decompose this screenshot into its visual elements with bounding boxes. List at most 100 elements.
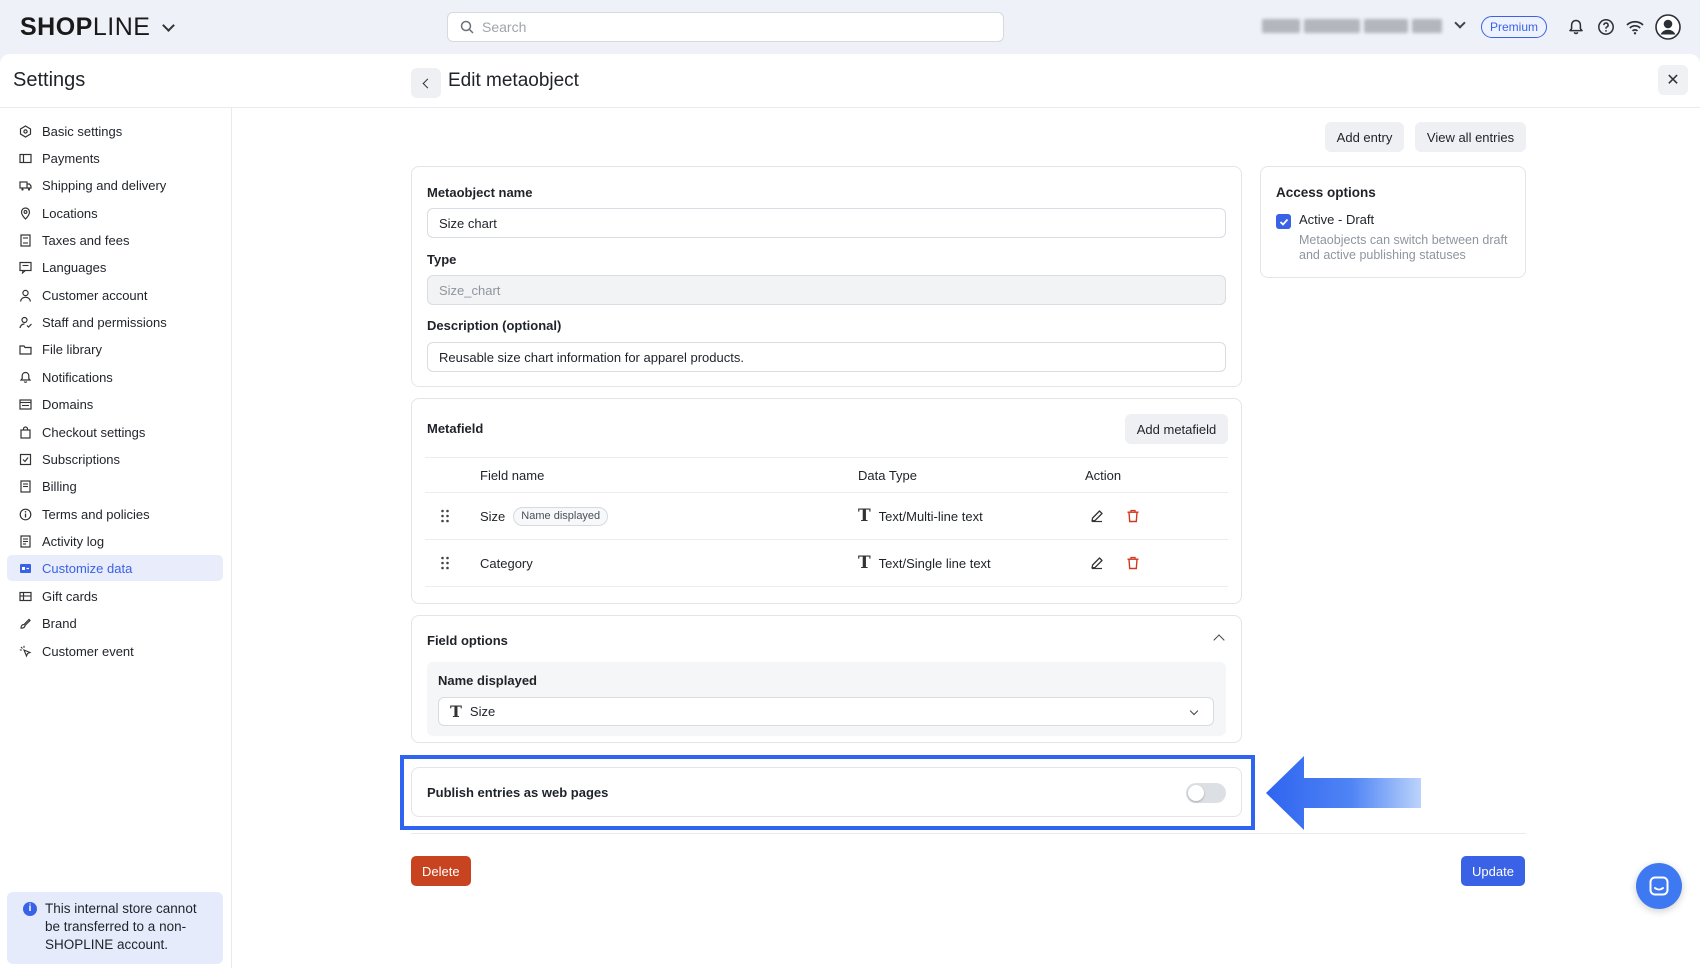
sidebar-item-label: Basic settings [42, 123, 123, 139]
chevron-down-icon [1189, 706, 1199, 716]
access-options-card: Access options Active - Draft Metaobject… [1260, 166, 1526, 278]
add-entry-button[interactable]: Add entry [1325, 122, 1404, 152]
logo-bold-text: SHOP [20, 13, 93, 41]
back-button[interactable] [411, 68, 441, 98]
delete-button[interactable]: Delete [411, 856, 471, 886]
billing-icon [19, 479, 32, 493]
log-icon [19, 534, 32, 548]
view-all-entries-button[interactable]: View all entries [1415, 122, 1526, 152]
domain-icon [19, 398, 32, 411]
metaobject-name-input[interactable]: Size chart [427, 208, 1226, 238]
bell-icon[interactable] [1564, 15, 1588, 39]
sidebar-item-basic-settings[interactable]: Basic settings [7, 118, 223, 144]
column-header-action: Action [1085, 467, 1122, 483]
sidebar-item-locations[interactable]: Locations [7, 200, 223, 226]
sidebar-item-label: Activity log [42, 533, 105, 549]
field-data-type: Text/Single line text [878, 555, 991, 571]
update-button[interactable]: Update [1461, 856, 1525, 886]
name-displayed-value: Size [469, 704, 496, 719]
sidebar-item-label: Shipping and delivery [42, 177, 167, 193]
access-help-text: Metaobjects can switch between draft and… [1299, 233, 1508, 262]
sidebar-item-label: Gift cards [42, 588, 98, 604]
sidebar-item-label: Domains [42, 396, 94, 412]
metaobject-name-label: Metaobject name [427, 185, 533, 200]
trash-icon[interactable] [1126, 493, 1140, 539]
store-name-redacted[interactable] [1262, 16, 1444, 36]
chat-icon [1649, 876, 1669, 896]
info-icon [19, 508, 32, 521]
sidebar-item-label: Languages [42, 259, 107, 275]
sidebar-item-label: Subscriptions [42, 451, 121, 467]
sidebar-item-customer-event[interactable]: Customer event [7, 638, 223, 664]
search-input[interactable] [482, 19, 982, 35]
payment-icon [19, 152, 32, 165]
drag-handle-icon[interactable] [440, 540, 450, 586]
sidebar-item-label: File library [42, 341, 102, 357]
sidebar-item-label: Customer event [42, 643, 134, 659]
drag-handle-icon[interactable] [440, 493, 450, 539]
avatar-icon[interactable] [1654, 13, 1682, 41]
sidebar-item-domains[interactable]: Domains [7, 391, 223, 417]
annotation-highlight-box [400, 755, 1255, 830]
sidebar-item-brand[interactable]: Brand [7, 610, 223, 636]
field-name: Category [480, 555, 533, 571]
name-displayed-select[interactable]: T Size [438, 697, 1214, 726]
brand-icon [19, 617, 32, 630]
edit-icon[interactable] [1090, 493, 1104, 539]
sidebar-item-checkout[interactable]: Checkout settings [7, 419, 223, 445]
chevron-up-icon[interactable] [1213, 634, 1225, 646]
search-box[interactable] [447, 12, 1004, 42]
sidebar-item-label: Payments [42, 150, 100, 166]
field-data-type: Text/Multi-line text [878, 508, 983, 524]
help-icon[interactable] [1594, 15, 1618, 39]
close-button[interactable]: ✕ [1658, 65, 1688, 95]
sidebar-item-subscriptions[interactable]: Subscriptions [7, 446, 223, 472]
sidebar-item-customize-data[interactable]: Customize data [7, 555, 223, 581]
sidebar-item-taxes[interactable]: Taxes and fees [7, 227, 223, 253]
metaobject-details-card: Metaobject name Size chart Type Size_cha… [411, 166, 1242, 387]
page-title: Edit metaobject [448, 70, 579, 91]
sidebar-item-languages[interactable]: Languages [7, 254, 223, 280]
sidebar-item-staff[interactable]: Staff and permissions [7, 309, 223, 335]
divider [411, 833, 1526, 834]
chevron-down-icon[interactable] [1454, 17, 1466, 29]
sidebar-item-shipping[interactable]: Shipping and delivery [7, 172, 223, 198]
staff-icon [19, 316, 32, 329]
text-type-icon: T [858, 553, 871, 573]
column-header-field-name: Field name [480, 467, 545, 483]
sidebar-item-billing[interactable]: Billing [7, 473, 223, 499]
notice-text: This internal store cannot be transferre… [45, 901, 197, 952]
type-input: Size_chart [427, 275, 1226, 305]
close-icon: ✕ [1666, 72, 1680, 89]
table-row: Category T Text/Single line text [425, 540, 1228, 587]
sidebar-item-terms[interactable]: Terms and policies [7, 501, 223, 527]
sidebar-item-customer-account[interactable]: Customer account [7, 282, 223, 308]
annotation-arrow-icon [1266, 756, 1421, 830]
bell-icon [19, 371, 32, 384]
tax-icon [19, 233, 32, 247]
wifi-icon[interactable] [1623, 15, 1647, 39]
user-icon [19, 289, 32, 302]
language-icon [19, 261, 32, 274]
sidebar-item-gift-cards[interactable]: Gift cards [7, 583, 223, 609]
name-displayed-badge: Name displayed [513, 506, 609, 526]
chat-support-button[interactable] [1636, 863, 1682, 909]
metafield-title: Metafield [427, 421, 484, 436]
name-displayed-section: Name displayed T Size [427, 662, 1226, 736]
description-input[interactable]: Reusable size chart information for appa… [427, 342, 1226, 372]
text-type-icon: T [858, 506, 871, 526]
chevron-down-icon[interactable] [162, 18, 176, 32]
sidebar-item-notifications[interactable]: Notifications [7, 364, 223, 390]
shopline-logo[interactable]: SHOPLINE [20, 13, 176, 42]
add-metafield-button[interactable]: Add metafield [1125, 414, 1228, 444]
trash-icon[interactable] [1126, 540, 1140, 586]
sidebar-item-activity-log[interactable]: Activity log [7, 528, 223, 554]
active-draft-checkbox[interactable] [1276, 214, 1291, 229]
sidebar-item-label: Customer account [42, 287, 148, 303]
sidebar-item-label: Customize data [42, 560, 133, 576]
sidebar-item-payments[interactable]: Payments [7, 145, 223, 171]
edit-icon[interactable] [1090, 540, 1104, 586]
sidebar-item-file-library[interactable]: File library [7, 336, 223, 362]
search-icon [460, 20, 474, 34]
field-options-card: Field options Name displayed T Size [411, 615, 1242, 743]
